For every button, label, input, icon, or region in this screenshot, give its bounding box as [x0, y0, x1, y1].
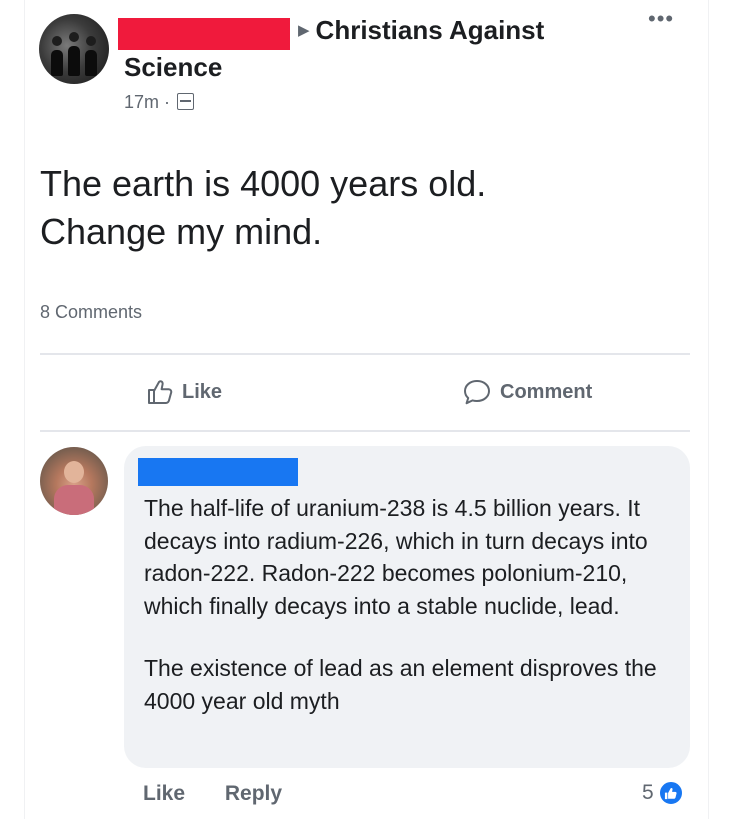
comment-button[interactable]: Comment	[462, 372, 592, 412]
globe-icon	[177, 93, 195, 110]
comment-paragraph-2: The existence of lead as an element disp…	[144, 655, 657, 714]
like-button[interactable]: Like	[146, 372, 222, 412]
comment-bubble-icon	[464, 380, 490, 405]
comment-reply-button[interactable]: Reply	[225, 782, 282, 805]
post-text: The earth is 4000 years old. Change my m…	[40, 163, 487, 252]
more-options-icon[interactable]: •••	[648, 8, 682, 30]
card-border-left	[24, 0, 25, 819]
reaction-count: 5	[642, 781, 654, 804]
comment-actions: Like Reply	[143, 782, 282, 806]
redacted-commenter-name	[138, 458, 298, 486]
post-timestamp[interactable]: 17m	[124, 92, 159, 112]
facebook-post-screenshot: ▶ Christians Against Science 17m · ••• Th…	[0, 0, 750, 819]
comment-text: The half-life of uranium-238 is 4.5 bill…	[144, 492, 674, 718]
group-name[interactable]: Christians Against	[316, 15, 545, 45]
comments-count[interactable]: 8 Comments	[40, 302, 142, 323]
comment-reactions[interactable]: 5	[642, 780, 684, 806]
redacted-author-name	[118, 18, 290, 50]
comment-like-button[interactable]: Like	[143, 782, 185, 805]
thumbs-up-icon	[148, 380, 173, 404]
shared-to-arrow-icon: ▶	[298, 22, 310, 39]
post-header-group[interactable]: ▶ Christians Against	[298, 15, 544, 46]
meta-separator: ·	[164, 92, 171, 112]
group-name-continued[interactable]: Science	[124, 52, 222, 83]
comment-paragraph-1: The half-life of uranium-238 is 4.5 bill…	[144, 495, 648, 619]
divider-top	[40, 353, 690, 355]
page-avatar[interactable]	[39, 14, 109, 84]
like-label: Like	[182, 380, 223, 403]
commenter-avatar[interactable]	[40, 447, 108, 515]
divider-bottom	[40, 430, 690, 432]
post-meta: 17m ·	[124, 92, 195, 113]
comment-label: Comment	[500, 380, 593, 403]
like-reaction-icon	[657, 780, 684, 806]
card-border-right	[708, 0, 709, 819]
